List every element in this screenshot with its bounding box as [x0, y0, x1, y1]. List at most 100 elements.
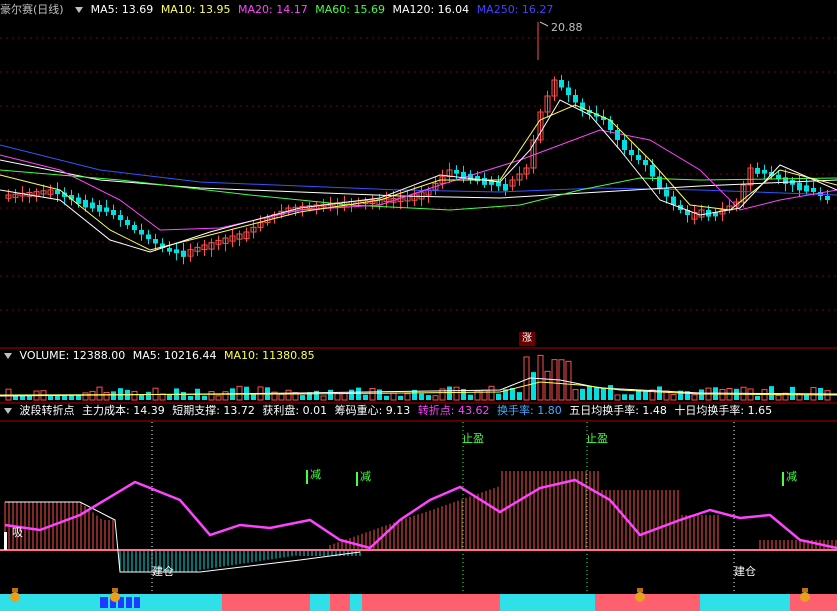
volume-bar	[419, 393, 424, 400]
candle-body	[804, 185, 809, 192]
volume-bar	[565, 360, 572, 401]
volume-bar	[572, 389, 579, 401]
candle-body	[496, 182, 501, 187]
main-cost-line	[5, 501, 361, 573]
candle-body	[608, 120, 613, 130]
volume-value: VOLUME: 12388.00	[19, 349, 126, 362]
reduce-marker	[356, 472, 358, 486]
candle-body	[573, 95, 578, 103]
volume-bar	[691, 394, 698, 401]
volume-bar	[208, 391, 215, 401]
signal-strip-segment	[362, 594, 500, 611]
volume-bar	[636, 390, 641, 400]
build-position-label: 建仓	[152, 564, 174, 578]
signal-strip-segment	[595, 594, 700, 611]
candle-body	[482, 178, 487, 185]
volume-bar	[215, 395, 222, 401]
volume-bar	[775, 394, 782, 401]
volume-bar	[804, 394, 809, 400]
ma5-line	[0, 99, 837, 253]
candle-body	[797, 182, 802, 191]
volume-bar	[384, 395, 389, 400]
volume-bar	[531, 372, 536, 400]
candle-body	[90, 202, 95, 209]
volume-bar	[167, 394, 172, 400]
volume-bar	[377, 389, 382, 400]
money-bag-icon	[10, 588, 20, 602]
turning-point-value: 转折点: 43.62	[417, 404, 490, 417]
volume-bar	[432, 395, 439, 401]
candle-body	[650, 165, 655, 177]
strip-block	[134, 597, 140, 608]
volume-bar	[719, 388, 726, 401]
candle-body	[755, 168, 760, 174]
volume-bar	[131, 390, 138, 401]
volume-bar	[398, 395, 403, 400]
candle-body	[146, 234, 151, 239]
reduce-label: 减	[786, 470, 797, 483]
volume-bar	[369, 388, 376, 401]
volume-bar	[657, 386, 662, 400]
volume-ma10-value: MA10: 11380.85	[223, 349, 315, 362]
reduce-marker	[306, 470, 308, 484]
signal-strip-segment	[330, 594, 350, 611]
volume-bar	[278, 393, 285, 401]
candle-body	[559, 80, 564, 88]
take-profit-label: 止盈	[462, 432, 484, 445]
volume-header: VOLUME: 12388.00 MA5: 10216.44 MA10: 113…	[0, 348, 319, 363]
volume-bar	[544, 370, 551, 401]
volume-bar	[328, 389, 333, 400]
zhang-badge: 涨	[519, 332, 535, 346]
profit-ratio-value: 获利盘: 0.01	[262, 404, 328, 417]
candle-body	[55, 190, 60, 195]
volume-bar	[537, 354, 544, 401]
candle-body	[132, 225, 137, 230]
turnover-10d-value: 十日均换手率: 1.65	[674, 404, 773, 417]
ma5-value: MA5: 13.69	[90, 3, 154, 16]
volume-bar	[594, 387, 599, 400]
chevron-down-icon[interactable]	[75, 7, 84, 13]
volume-bar	[488, 385, 495, 401]
candle-body	[125, 220, 130, 225]
volume-bar	[76, 394, 81, 400]
volume-bar	[426, 395, 431, 400]
absorb-marker	[4, 532, 7, 550]
turnover-value: 换手率: 1.80	[497, 404, 562, 417]
volume-bar	[111, 391, 116, 400]
volume-bar	[601, 388, 606, 400]
volume-bar	[622, 394, 627, 400]
candle-body	[629, 150, 634, 155]
candle-body	[503, 184, 508, 191]
volume-bar	[188, 395, 193, 400]
volume-bar	[699, 389, 704, 400]
volume-bar	[349, 389, 354, 400]
volume-bar	[89, 390, 96, 401]
volume-bar	[447, 386, 452, 400]
volume-bar	[496, 393, 501, 400]
volume-bar	[300, 395, 305, 400]
peak-pointer	[539, 21, 549, 27]
chip-center-value: 筹码重心: 9.13	[334, 404, 411, 417]
candle-body	[762, 170, 767, 174]
volume-bar	[390, 392, 397, 401]
volume-bar	[103, 391, 110, 401]
volume-bar	[517, 392, 522, 400]
volume-bar	[404, 393, 411, 401]
candle-body	[454, 170, 459, 174]
take-profit-label: 止盈	[586, 432, 608, 445]
volume-bar	[181, 392, 186, 400]
candle-body	[671, 196, 676, 205]
candle-body	[174, 249, 179, 254]
volume-bar	[614, 394, 621, 401]
signal-strip-segment	[310, 594, 330, 611]
candle-body	[153, 239, 158, 244]
reduce-marker	[782, 472, 784, 486]
chevron-down-icon[interactable]	[4, 353, 12, 359]
volume-bar	[453, 386, 460, 401]
money-bag-icon	[800, 588, 810, 602]
candle-body	[566, 87, 571, 95]
chevron-down-icon[interactable]	[4, 408, 12, 414]
volume-bar	[608, 385, 613, 400]
ma10-value: MA10: 13.95	[160, 3, 231, 16]
absorb-label: 吸	[12, 526, 23, 539]
